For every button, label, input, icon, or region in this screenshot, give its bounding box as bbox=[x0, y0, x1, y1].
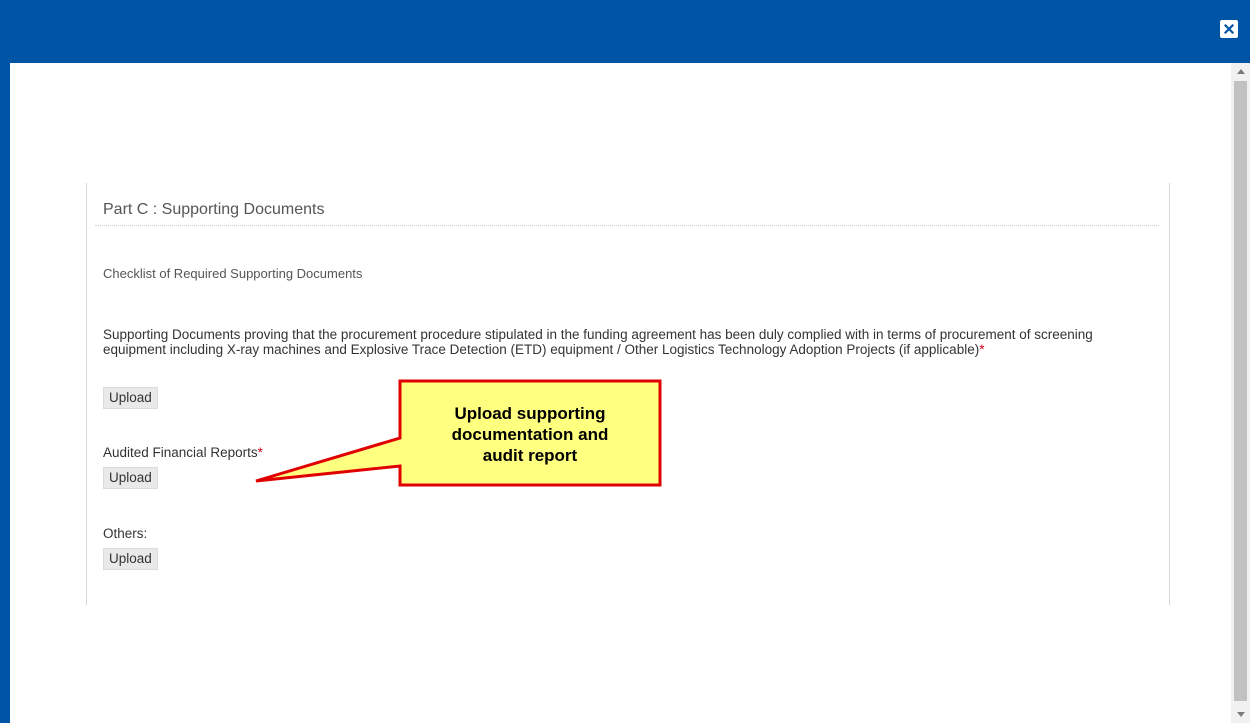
required-marker: * bbox=[979, 342, 985, 357]
required-marker: * bbox=[257, 445, 263, 460]
scrollbar-thumb[interactable] bbox=[1234, 81, 1247, 701]
upload-button-audited-financial-reports[interactable]: Upload bbox=[103, 467, 158, 489]
scroll-down-arrow-icon[interactable] bbox=[1231, 706, 1250, 723]
title-divider bbox=[95, 225, 1159, 226]
field-label-others: Others: bbox=[103, 526, 148, 541]
upload-button-others[interactable]: Upload bbox=[103, 548, 158, 570]
modal-header bbox=[0, 0, 1250, 63]
panel-title: Part C : Supporting Documents bbox=[103, 201, 325, 218]
checklist-title: Checklist of Required Supporting Documen… bbox=[103, 266, 363, 281]
vertical-scrollbar[interactable] bbox=[1231, 63, 1250, 723]
upload-button-procurement-docs[interactable]: Upload bbox=[103, 387, 158, 409]
field-label-procurement-docs: Supporting Documents proving that the pr… bbox=[103, 327, 1093, 357]
callout-text: Upload supporting documentation and audi… bbox=[451, 403, 609, 465]
close-button[interactable] bbox=[1220, 20, 1238, 38]
scroll-up-arrow-icon[interactable] bbox=[1231, 63, 1250, 80]
close-icon bbox=[1224, 24, 1234, 34]
modal-left-border bbox=[0, 63, 10, 723]
